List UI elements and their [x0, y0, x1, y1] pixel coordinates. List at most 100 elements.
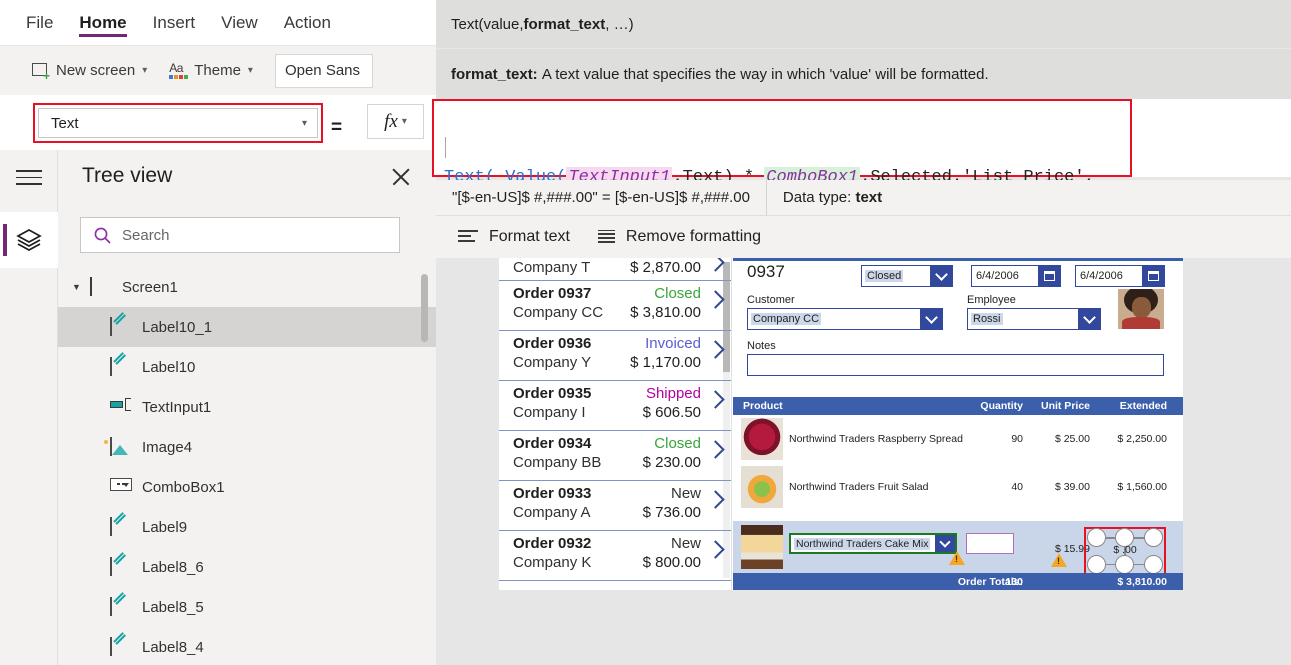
status-value: Closed — [865, 270, 904, 282]
result-datatype: Data type: text — [767, 180, 898, 215]
search-placeholder: Search — [122, 226, 170, 244]
new-screen-icon: + — [32, 63, 50, 82]
gallery-row[interactable]: Order 0932 New Company K $ 800.00 — [499, 531, 731, 581]
tree-item-label9[interactable]: Label9 — [58, 507, 436, 547]
fx-button[interactable]: fx ▾ — [367, 104, 424, 139]
status-dropdown[interactable]: Closed — [861, 265, 953, 287]
orders-gallery[interactable]: Company T $ 2,870.00 Order 0937 Closed Co… — [499, 258, 732, 590]
employee-dropdown[interactable]: Rossi — [967, 308, 1101, 330]
chevron-right-icon[interactable] — [706, 290, 725, 309]
menu-item-home[interactable]: Home — [79, 0, 127, 45]
search-input[interactable]: Search — [80, 217, 400, 253]
chevron-right-icon[interactable] — [706, 490, 725, 509]
tree-item-label8-6[interactable]: Label8_6 — [58, 547, 436, 587]
gallery-row[interactable]: Order 0935 Shipped Company I $ 606.50 — [499, 381, 731, 431]
chevron-down-icon[interactable] — [920, 309, 942, 329]
header-product: Product — [743, 400, 783, 412]
chevron-right-icon[interactable] — [706, 340, 725, 359]
product-name: Northwind Traders Raspberry Spread — [789, 433, 963, 445]
menu-item-action[interactable]: Action — [284, 0, 331, 45]
tree-view-rail-tab[interactable] — [0, 212, 58, 268]
notes-input[interactable] — [747, 354, 1164, 376]
employee-label: Employee — [967, 294, 1016, 306]
product-quantity: 40 — [1011, 481, 1023, 493]
menu-item-file[interactable]: File — [26, 0, 53, 45]
product-combobox[interactable]: Northwind Traders Cake Mix — [789, 533, 957, 554]
customer-label: Customer — [747, 294, 795, 306]
property-dropdown[interactable]: Text ▾ — [38, 108, 318, 138]
text-cursor — [445, 137, 446, 158]
gallery-company: Company Y — [513, 354, 592, 371]
gallery-status: Closed — [654, 435, 701, 452]
tree-view-scrollbar[interactable] — [421, 274, 428, 342]
order-detail-form: 0937 Closed 6/4/2006 6/4/2006 Customer C… — [733, 258, 1183, 590]
resize-handle[interactable] — [1115, 555, 1134, 574]
active-indicator — [3, 224, 7, 256]
product-edit-row[interactable]: Northwind Traders Cake Mix $ 15.99 — [733, 521, 1183, 575]
search-icon — [94, 227, 111, 244]
customer-dropdown[interactable]: Company CC — [747, 308, 943, 330]
ship-date-field[interactable]: 6/4/2006 — [1075, 265, 1165, 287]
close-icon[interactable] — [390, 166, 412, 188]
warning-icon — [1051, 553, 1067, 567]
font-name-field[interactable]: Open Sans — [274, 53, 373, 88]
tree-item-screen1[interactable]: ▼ Screen1 — [58, 267, 436, 307]
gallery-order: Order 0936 — [513, 335, 592, 352]
resize-handle[interactable] — [1087, 555, 1106, 574]
tree-item-image4[interactable]: Image4 — [58, 427, 436, 467]
hamburger-menu-icon[interactable] — [16, 170, 42, 186]
resize-handle[interactable] — [1144, 555, 1163, 574]
order-date-field[interactable]: 6/4/2006 — [971, 265, 1061, 287]
new-screen-button[interactable]: + New screen ▾ — [32, 62, 147, 82]
customer-value: Company CC — [751, 313, 822, 325]
totals-quantity: 130 — [1005, 576, 1023, 588]
chevron-right-icon[interactable] — [706, 540, 725, 559]
textinput-icon — [110, 397, 132, 417]
gallery-amount: $ 606.50 — [642, 404, 701, 421]
menu-item-insert[interactable]: Insert — [153, 0, 196, 45]
calendar-icon[interactable] — [1142, 266, 1164, 286]
tree-item-label8-4[interactable]: Label8_4 — [58, 627, 436, 665]
calendar-icon[interactable] — [1038, 266, 1060, 286]
tree-item-textinput1[interactable]: TextInput1 — [58, 387, 436, 427]
tree-item-label8-5[interactable]: Label8_5 — [58, 587, 436, 627]
tree-item-label: ComboBox1 — [142, 478, 225, 496]
cake-mix-thumb — [741, 525, 783, 569]
theme-button[interactable]: Aa Theme ▾ — [169, 61, 253, 79]
chevron-down-icon[interactable] — [930, 266, 952, 286]
gallery-company: Company T — [513, 259, 591, 276]
menu-item-view[interactable]: View — [221, 0, 258, 45]
warning-icon — [949, 551, 965, 565]
gallery-row[interactable]: Order 0934 Closed Company BB $ 230.00 — [499, 431, 731, 481]
gallery-row[interactable]: Order 0937 Closed Company CC $ 3,810.00 — [499, 281, 731, 331]
gallery-row[interactable]: Order 0933 New Company A $ 736.00 — [499, 481, 731, 531]
chevron-right-icon[interactable] — [706, 390, 725, 409]
product-row[interactable]: Northwind Traders Raspberry Spread 90 $ … — [733, 415, 1183, 463]
gallery-amount: $ 800.00 — [642, 554, 701, 571]
gallery-order: Order 0933 — [513, 485, 592, 502]
format-text-icon — [458, 230, 478, 244]
tree-item-label: TextInput1 — [142, 398, 212, 416]
format-text-button[interactable]: Format text — [458, 228, 570, 246]
notes-label: Notes — [747, 340, 776, 352]
result-expression: "[$-en-US]$ #,###.00" = [$-en-US]$ #,###… — [436, 180, 767, 215]
tree-item-label10-1[interactable]: Label10_1 — [58, 307, 436, 347]
quantity-input[interactable] — [966, 533, 1014, 554]
chevron-right-icon[interactable] — [706, 440, 725, 459]
remove-formatting-button[interactable]: Remove formatting — [597, 228, 761, 246]
gallery-row[interactable]: Company T $ 2,870.00 — [499, 258, 731, 281]
selection-handles: $ .00 — [1086, 528, 1164, 574]
label-icon — [110, 556, 132, 577]
signature-bold-param: format_text — [523, 15, 606, 33]
gallery-row[interactable]: Order 0936 Invoiced Company Y $ 1,170.00 — [499, 331, 731, 381]
signature-suffix: , …) — [605, 15, 634, 33]
right-column: Text(value, format_text, …) format_text:… — [432, 0, 1291, 665]
chevron-right-icon[interactable] — [706, 258, 725, 272]
tree-item-label10[interactable]: Label10 — [58, 347, 436, 387]
property-dropdown-value: Text — [51, 114, 79, 132]
tree-item-combobox1[interactable]: ComboBox1 — [58, 467, 436, 507]
chevron-down-icon[interactable] — [935, 535, 955, 552]
product-row[interactable]: Northwind Traders Fruit Salad 40 $ 39.00… — [733, 463, 1183, 511]
chevron-down-icon[interactable] — [1078, 309, 1100, 329]
expander-icon[interactable]: ▼ — [72, 282, 90, 292]
